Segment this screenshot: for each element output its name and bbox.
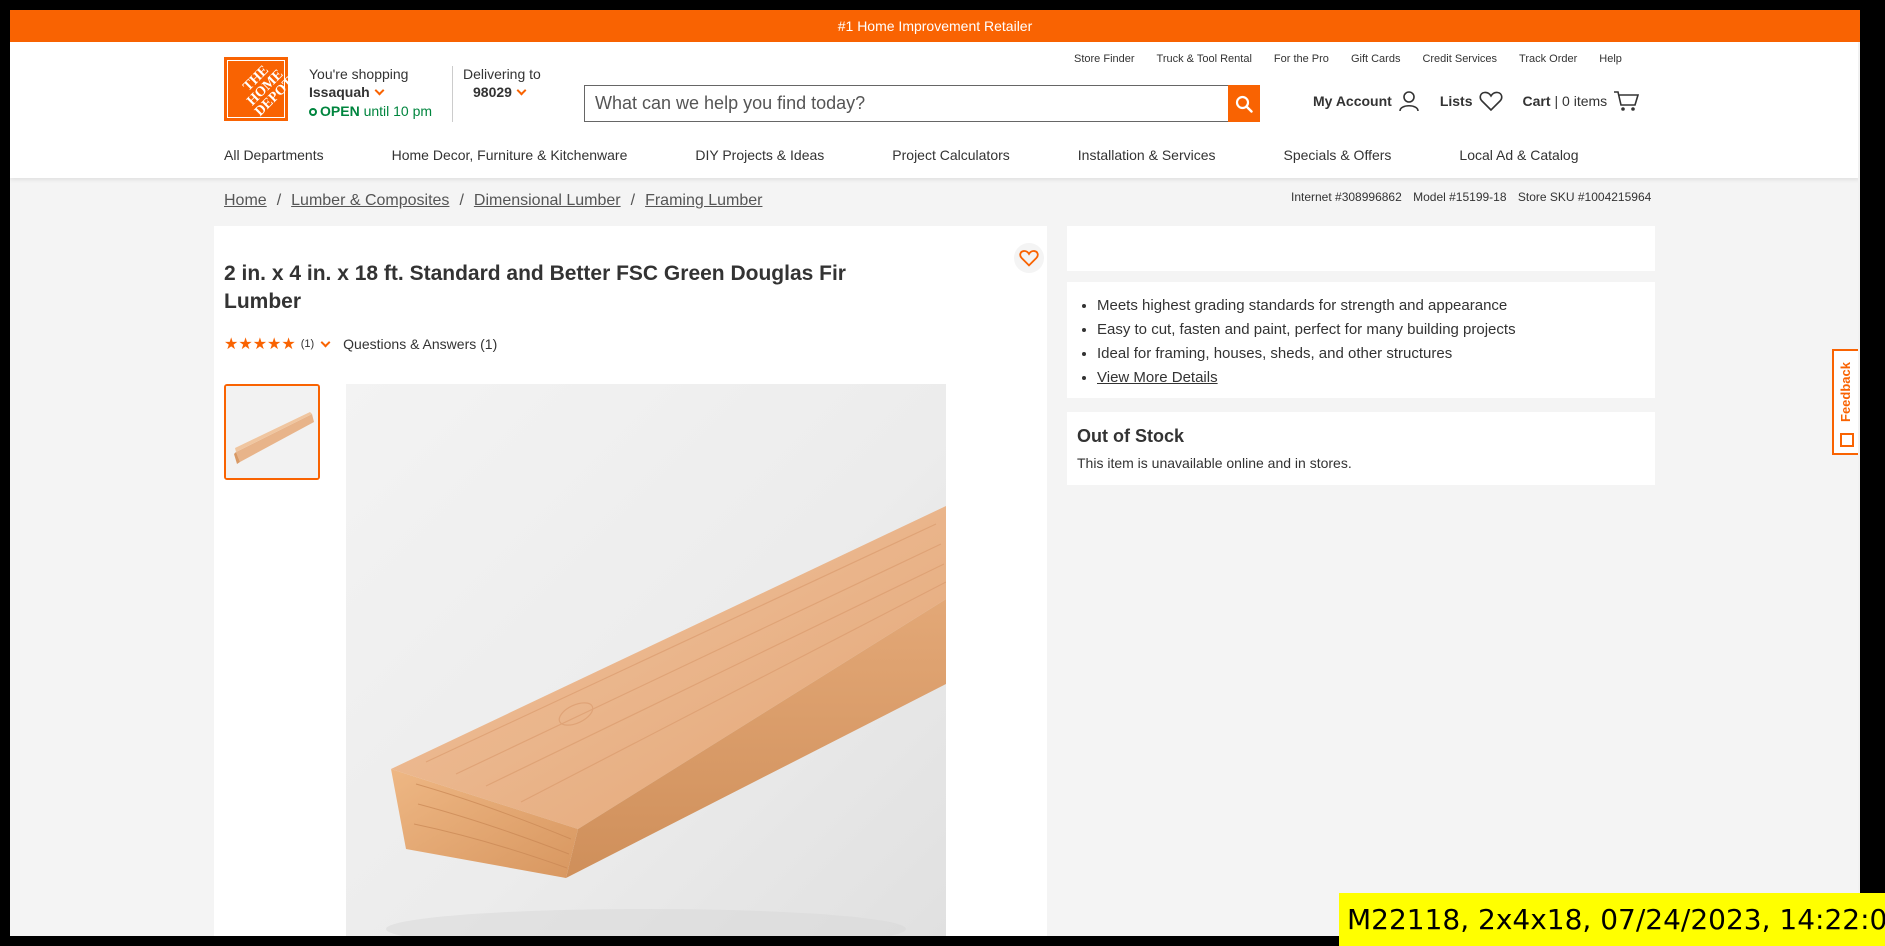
- store-hours-text: until 10 pm: [363, 103, 433, 119]
- store-selector[interactable]: You're shopping Issaquah OPEN until 10 p…: [309, 66, 432, 119]
- stock-heading: Out of Stock: [1077, 426, 1184, 446]
- nav-local-ad[interactable]: Local Ad & Catalog: [1459, 147, 1578, 163]
- utility-link-gift-cards[interactable]: Gift Cards: [1351, 53, 1401, 65]
- store-status: OPEN: [320, 103, 360, 119]
- highlight-item: Ideal for framing, houses, sheds, and ot…: [1097, 342, 1655, 366]
- lumber-thumbnail-image: [226, 386, 318, 478]
- questions-answers-link[interactable]: Questions & Answers (1): [343, 336, 497, 352]
- breadcrumb-dimensional-lumber[interactable]: Dimensional Lumber: [474, 192, 621, 210]
- my-account-label: My Account: [1313, 93, 1392, 109]
- open-status-icon: [309, 108, 317, 116]
- product-ids: Internet #308996862 Model #15199-18 Stor…: [1291, 190, 1659, 204]
- store-name-row[interactable]: Issaquah: [309, 84, 432, 100]
- breadcrumb-home[interactable]: Home: [224, 192, 267, 210]
- store-hours: OPEN until 10 pm: [309, 103, 432, 119]
- highlight-item: Meets highest grading standards for stre…: [1097, 294, 1655, 318]
- breadcrumb-separator: /: [630, 192, 636, 209]
- delivery-zip: 98029: [473, 84, 512, 100]
- chevron-down-icon[interactable]: [320, 337, 331, 347]
- nav-installation-services[interactable]: Installation & Services: [1078, 147, 1216, 163]
- feedback-label: Feedback: [1838, 362, 1853, 422]
- internet-number: Internet #308996862: [1291, 190, 1402, 204]
- site-header: THE HOME DEPOT You're shopping Issaquah …: [10, 42, 1860, 178]
- availability-panel: Out of Stock This item is unavailable on…: [1067, 412, 1655, 485]
- breadcrumb-lumber-composites[interactable]: Lumber & Composites: [291, 192, 449, 210]
- cart-label: Cart: [1522, 93, 1551, 109]
- store-name: Issaquah: [309, 84, 370, 100]
- search-icon: [1235, 95, 1253, 113]
- favorite-button[interactable]: [1014, 243, 1044, 273]
- breadcrumb-separator: /: [276, 192, 282, 209]
- promo-banner[interactable]: #1 Home Improvement Retailer: [10, 10, 1860, 42]
- delivery-zip-row[interactable]: 98029: [473, 84, 541, 100]
- delivery-selector[interactable]: Delivering to 98029: [463, 66, 541, 100]
- feedback-tab[interactable]: Feedback: [1832, 349, 1860, 455]
- heart-icon: [1019, 250, 1039, 267]
- utility-link-credit-services[interactable]: Credit Services: [1422, 53, 1497, 65]
- cart-icon: [1614, 91, 1640, 111]
- delivery-label: Delivering to: [463, 66, 541, 82]
- highlights-list: Meets highest grading standards for stre…: [1097, 294, 1655, 390]
- main-nav: All Departments Home Decor, Furniture & …: [224, 147, 1647, 163]
- store-sku: Store SKU #1004215964: [1517, 190, 1652, 204]
- review-count[interactable]: (1): [301, 338, 314, 350]
- nav-diy-projects[interactable]: DIY Projects & Ideas: [695, 147, 824, 163]
- product-thumbnail[interactable]: [224, 384, 320, 480]
- chevron-down-icon: [374, 85, 385, 96]
- price-panel: [1067, 226, 1655, 271]
- utility-link-for-the-pro[interactable]: For the Pro: [1274, 53, 1329, 65]
- store-label: You're shopping: [309, 66, 409, 82]
- my-account-button[interactable]: My Account: [1313, 90, 1420, 112]
- view-more-details-link[interactable]: View More Details: [1097, 366, 1655, 390]
- breadcrumb: Home / Lumber & Composites / Dimensional…: [224, 192, 762, 210]
- page-scrollbar[interactable]: [1858, 42, 1860, 936]
- product-main-panel: 2 in. x 4 in. x 18 ft. Standard and Bett…: [214, 226, 1047, 936]
- browser-viewport: #1 Home Improvement Retailer THE HOME DE…: [10, 10, 1860, 936]
- model-number: Model #15199-18: [1413, 190, 1507, 204]
- nav-home-decor[interactable]: Home Decor, Furniture & Kitchenware: [392, 147, 628, 163]
- rating-stars[interactable]: ★★★★★: [224, 334, 296, 354]
- account-area: My Account Lists Cart | 0 items: [1313, 90, 1659, 112]
- breadcrumb-separator: /: [459, 192, 464, 209]
- utility-links: Store Finder Truck & Tool Rental For the…: [1074, 53, 1644, 65]
- search-button[interactable]: [1228, 85, 1260, 122]
- timestamp-text: M22118, 2x4x18, 07/24/2023, 14:22:06: [1347, 903, 1885, 936]
- product-title: 2 in. x 4 in. x 18 ft. Standard and Bett…: [224, 262, 846, 313]
- product-main-image[interactable]: [346, 384, 946, 936]
- lists-button[interactable]: Lists: [1440, 90, 1503, 112]
- chevron-down-icon: [516, 85, 527, 96]
- heart-icon: [1479, 91, 1503, 112]
- feedback-icon: [1840, 433, 1854, 447]
- user-icon: [1399, 91, 1419, 112]
- cart-count: | 0 items: [1554, 93, 1608, 109]
- search-input[interactable]: [585, 86, 1229, 121]
- nav-specials-offers[interactable]: Specials & Offers: [1284, 147, 1392, 163]
- lists-label: Lists: [1439, 93, 1473, 109]
- search-bar: [584, 85, 1260, 122]
- nav-all-departments[interactable]: All Departments: [224, 147, 324, 163]
- stock-message: This item is unavailable online and in s…: [1077, 455, 1352, 471]
- breadcrumb-framing-lumber[interactable]: Framing Lumber: [645, 192, 762, 210]
- cart-button[interactable]: Cart | 0 items: [1523, 90, 1640, 112]
- rating-row: ★★★★★ (1) Questions & Answers (1): [224, 334, 497, 354]
- lumber-image: [386, 506, 946, 936]
- utility-link-truck-tool-rental[interactable]: Truck & Tool Rental: [1157, 53, 1252, 65]
- utility-link-help[interactable]: Help: [1599, 53, 1622, 65]
- utility-link-track-order[interactable]: Track Order: [1519, 53, 1577, 65]
- highlight-item: Easy to cut, fasten and paint, perfect f…: [1097, 318, 1655, 342]
- home-depot-logo[interactable]: THE HOME DEPOT: [224, 57, 288, 121]
- timestamp-overlay: M22118, 2x4x18, 07/24/2023, 14:22:06: [1339, 893, 1885, 946]
- utility-link-store-finder[interactable]: Store Finder: [1074, 53, 1135, 65]
- highlights-panel: Meets highest grading standards for stre…: [1067, 282, 1655, 398]
- header-divider: [452, 66, 453, 122]
- nav-project-calculators[interactable]: Project Calculators: [892, 147, 1010, 163]
- promo-text: #1 Home Improvement Retailer: [837, 18, 1033, 34]
